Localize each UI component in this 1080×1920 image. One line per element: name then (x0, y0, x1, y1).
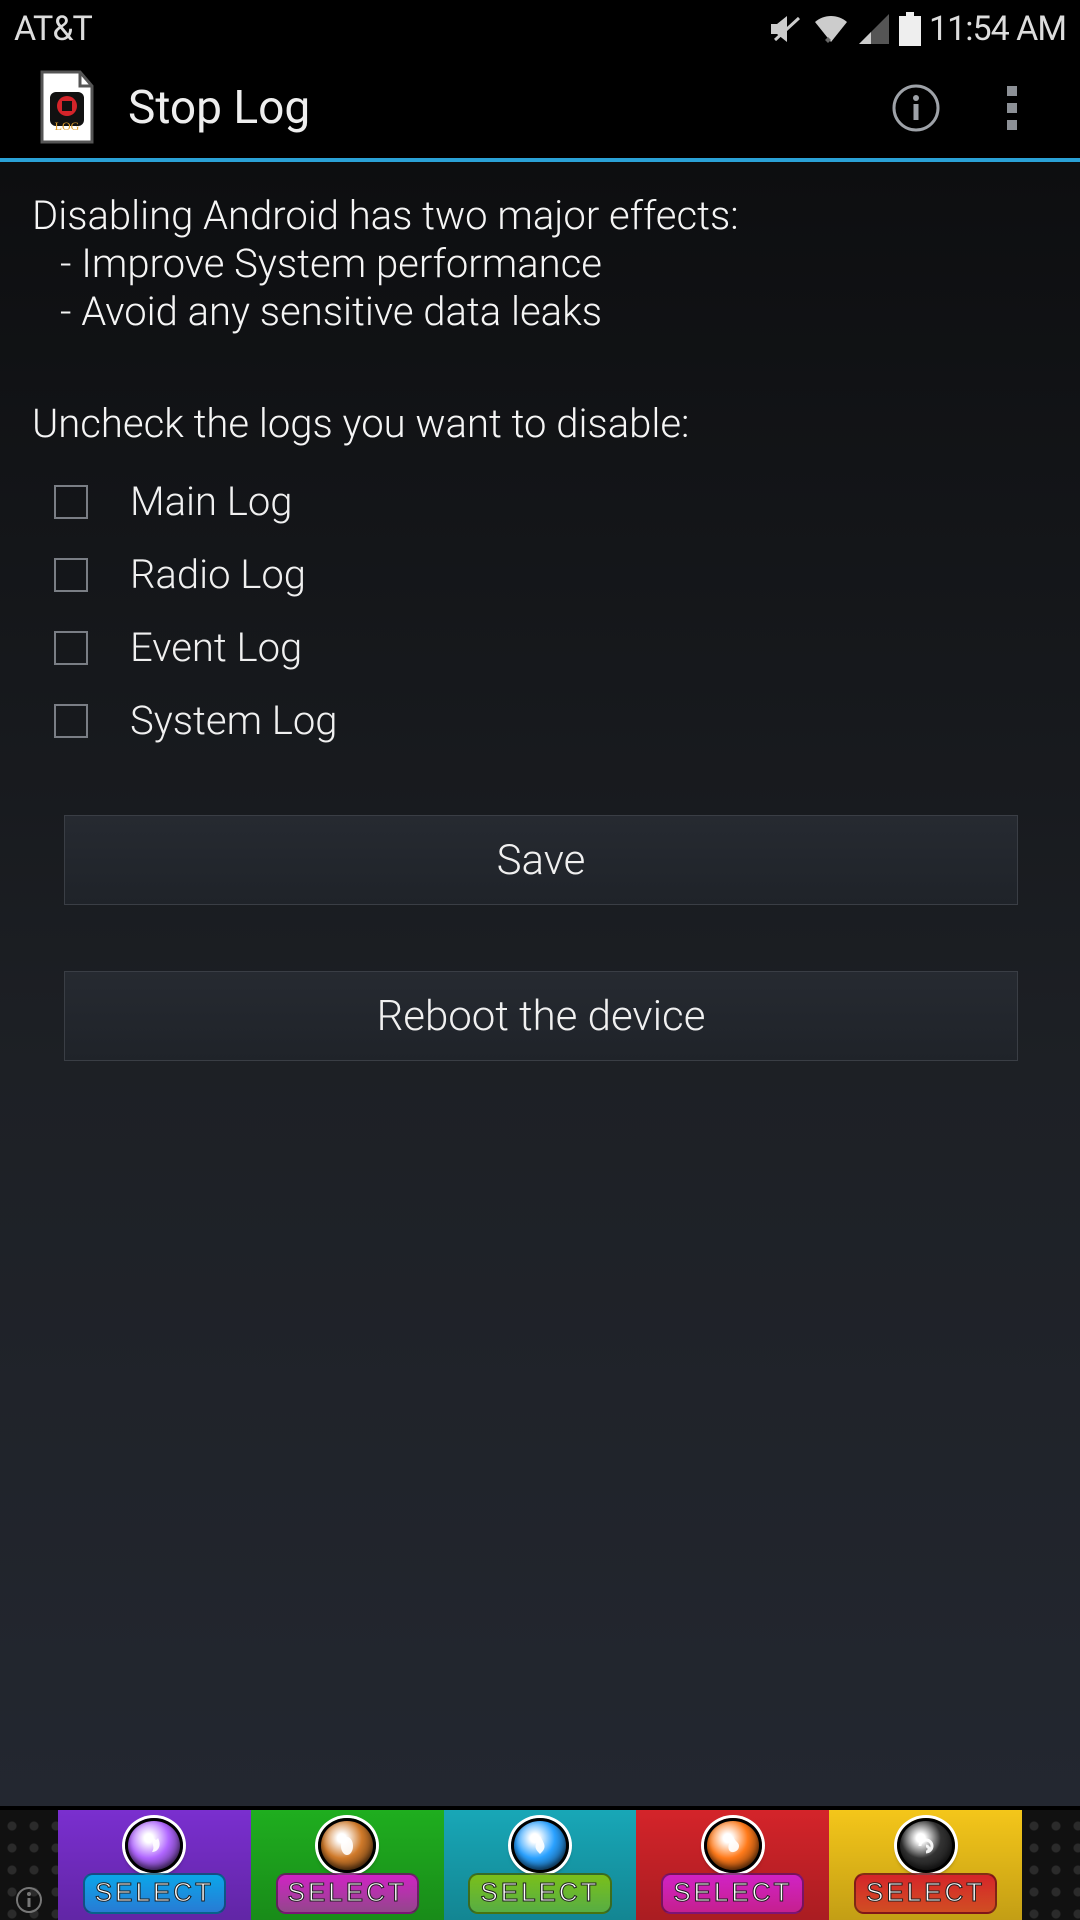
reboot-button[interactable]: Reboot the device (64, 971, 1018, 1061)
ad-select-button[interactable]: SELECT (468, 1873, 611, 1914)
log-checkbox-row[interactable]: Main Log (32, 465, 1050, 538)
app-bar: LOG Stop Log (0, 58, 1080, 162)
info-icon (890, 82, 942, 134)
description-heading: Disabling Android has two major effects: (32, 192, 1050, 240)
checkbox-label: System Log (130, 697, 338, 744)
ad-card[interactable]: SELECT (636, 1810, 829, 1920)
content-area: Disabling Android has two major effects:… (0, 162, 1080, 1806)
checkbox-event-log[interactable] (54, 631, 88, 665)
ad-card[interactable]: SELECT (829, 1810, 1022, 1920)
status-icons (769, 12, 921, 46)
log-checkbox-row[interactable]: Radio Log (32, 538, 1050, 611)
checkbox-label: Event Log (130, 624, 302, 671)
ad-banner[interactable]: SELECT SELECT SELECT SELECT SELECT (0, 1810, 1080, 1920)
overflow-menu-button[interactable] (964, 86, 1060, 130)
ad-info-icon[interactable] (15, 1886, 43, 1914)
ad-orb-icon (318, 1818, 376, 1873)
app-title: Stop Log (128, 81, 868, 135)
instruction-text: Uncheck the logs you want to disable: (32, 400, 1050, 447)
ad-select-button[interactable]: SELECT (854, 1873, 997, 1914)
description-block: Disabling Android has two major effects:… (32, 192, 1050, 336)
carrier-label: AT&T (14, 9, 92, 49)
ad-card[interactable]: SELECT (58, 1810, 251, 1920)
checkbox-label: Radio Log (130, 551, 306, 598)
ad-select-button[interactable]: SELECT (661, 1873, 804, 1914)
log-checkbox-row[interactable]: Event Log (32, 611, 1050, 684)
description-bullet: - Improve System performance (32, 240, 1050, 288)
description-bullet: - Avoid any sensitive data leaks (32, 288, 1050, 336)
ad-orb-icon (704, 1818, 762, 1873)
ad-orb-icon (125, 1818, 183, 1873)
ad-gutter-left (0, 1810, 58, 1920)
cell-signal-icon (859, 14, 889, 44)
checkbox-label: Main Log (130, 478, 293, 525)
info-button[interactable] (868, 82, 964, 134)
mute-icon (769, 14, 803, 44)
wifi-icon (813, 14, 849, 44)
ad-select-button[interactable]: SELECT (276, 1873, 419, 1914)
log-checkbox-list: Main Log Radio Log Event Log System Log (32, 465, 1050, 757)
checkbox-radio-log[interactable] (54, 558, 88, 592)
ad-card[interactable]: SELECT (444, 1810, 637, 1920)
ad-select-button[interactable]: SELECT (83, 1873, 226, 1914)
ad-orb-icon (511, 1818, 569, 1873)
overflow-menu-icon (1007, 86, 1017, 130)
ad-card[interactable]: SELECT (251, 1810, 444, 1920)
log-app-icon: LOG (36, 70, 98, 146)
svg-text:LOG: LOG (55, 119, 80, 133)
log-checkbox-row[interactable]: System Log (32, 684, 1050, 757)
save-button[interactable]: Save (64, 815, 1018, 905)
battery-icon (899, 12, 921, 46)
ad-gutter-right (1022, 1810, 1080, 1920)
status-clock: 11:54 AM (929, 9, 1066, 49)
status-bar: AT&T 11:54 AM (0, 0, 1080, 58)
checkbox-main-log[interactable] (54, 485, 88, 519)
ad-cards: SELECT SELECT SELECT SELECT SELECT (58, 1810, 1022, 1920)
ad-orb-icon (897, 1818, 955, 1873)
checkbox-system-log[interactable] (54, 704, 88, 738)
